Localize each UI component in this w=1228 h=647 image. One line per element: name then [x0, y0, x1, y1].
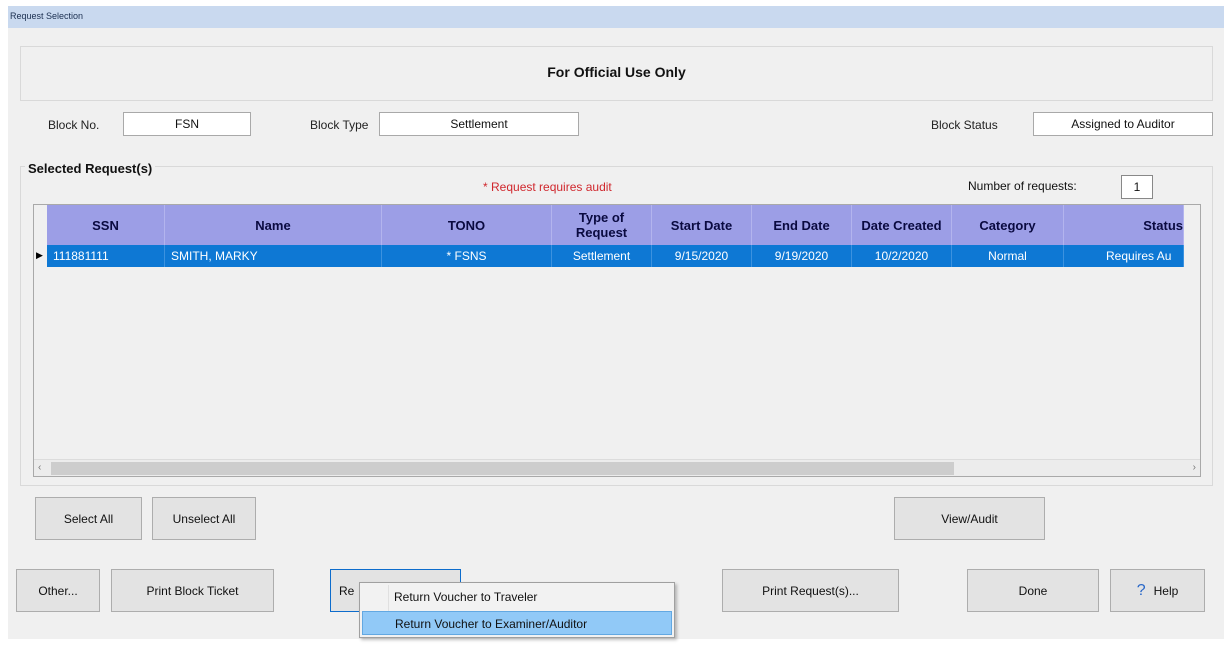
- column-header-status[interactable]: Status: [1064, 205, 1184, 245]
- horizontal-scrollbar[interactable]: ‹ ›: [34, 459, 1200, 476]
- cell-ssn: 111881111: [47, 245, 165, 267]
- window-title: Request Selection: [10, 11, 84, 21]
- other-button[interactable]: Other...: [16, 569, 100, 612]
- column-header-start-date[interactable]: Start Date: [652, 205, 752, 245]
- block-no-label: Block No.: [48, 118, 100, 132]
- cell-type-of-request: Settlement: [552, 245, 652, 267]
- cell-date-created: 10/2/2020: [852, 245, 952, 267]
- block-status-label: Block Status: [931, 118, 998, 132]
- select-all-button[interactable]: Select All: [35, 497, 142, 540]
- menu-item-return-to-examiner-auditor[interactable]: Return Voucher to Examiner/Auditor: [362, 611, 672, 635]
- cell-start-date: 9/15/2020: [652, 245, 752, 267]
- audit-note: * Request requires audit: [483, 180, 612, 194]
- cell-status: Requires Au: [1064, 245, 1184, 267]
- official-use-banner: For Official Use Only: [20, 46, 1213, 101]
- number-of-requests-value: 1: [1121, 175, 1153, 199]
- block-no-field[interactable]: FSN: [123, 112, 251, 136]
- cell-name: SMITH, MARKY: [165, 245, 382, 267]
- request-selection-window: For Official Use Only Block No. FSN Bloc…: [8, 28, 1224, 639]
- cell-category: Normal: [952, 245, 1064, 267]
- return-voucher-context-menu: Return Voucher to Traveler Return Vouche…: [359, 582, 675, 638]
- print-requests-button[interactable]: Print Request(s)...: [722, 569, 899, 612]
- column-header-ssn[interactable]: SSN: [47, 205, 165, 245]
- column-header-end-date[interactable]: End Date: [752, 205, 852, 245]
- block-type-label: Block Type: [310, 118, 369, 132]
- column-header-name[interactable]: Name: [165, 205, 382, 245]
- question-mark-icon: ?: [1136, 581, 1146, 599]
- column-header-category[interactable]: Category: [952, 205, 1064, 245]
- column-header-date-created[interactable]: Date Created: [852, 205, 952, 245]
- grid-header: SSN Name TONO Type of Request Start Date…: [47, 205, 1184, 245]
- table-row[interactable]: 111881111 SMITH, MARKY * FSNS Settlement…: [47, 245, 1184, 267]
- block-type-field[interactable]: Settlement: [379, 112, 579, 136]
- banner-text: For Official Use Only: [547, 64, 686, 80]
- column-header-type-of-request[interactable]: Type of Request: [552, 205, 652, 245]
- title-bar: Request Selection: [8, 6, 1224, 28]
- cell-end-date: 9/19/2020: [752, 245, 852, 267]
- selected-requests-title: Selected Request(s): [25, 161, 156, 176]
- help-button-label: Help: [1153, 583, 1179, 598]
- print-block-ticket-button[interactable]: Print Block Ticket: [111, 569, 274, 612]
- number-of-requests-label: Number of requests:: [968, 179, 1077, 193]
- column-header-tono[interactable]: TONO: [382, 205, 552, 245]
- done-button[interactable]: Done: [967, 569, 1099, 612]
- unselect-all-button[interactable]: Unselect All: [152, 497, 256, 540]
- block-status-field[interactable]: Assigned to Auditor: [1033, 112, 1213, 136]
- requests-grid[interactable]: SSN Name TONO Type of Request Start Date…: [33, 204, 1201, 477]
- scrollbar-thumb[interactable]: [51, 462, 954, 475]
- triangle-right-icon: ▶: [36, 250, 43, 260]
- view-audit-button[interactable]: View/Audit: [894, 497, 1045, 540]
- menu-item-return-to-traveler[interactable]: Return Voucher to Traveler: [362, 585, 672, 609]
- chevron-right-icon[interactable]: ›: [1193, 462, 1196, 473]
- help-button[interactable]: ? Help: [1110, 569, 1205, 612]
- chevron-left-icon[interactable]: ‹: [38, 462, 41, 473]
- cell-tono: * FSNS: [382, 245, 552, 267]
- row-selector[interactable]: ▶: [34, 245, 47, 267]
